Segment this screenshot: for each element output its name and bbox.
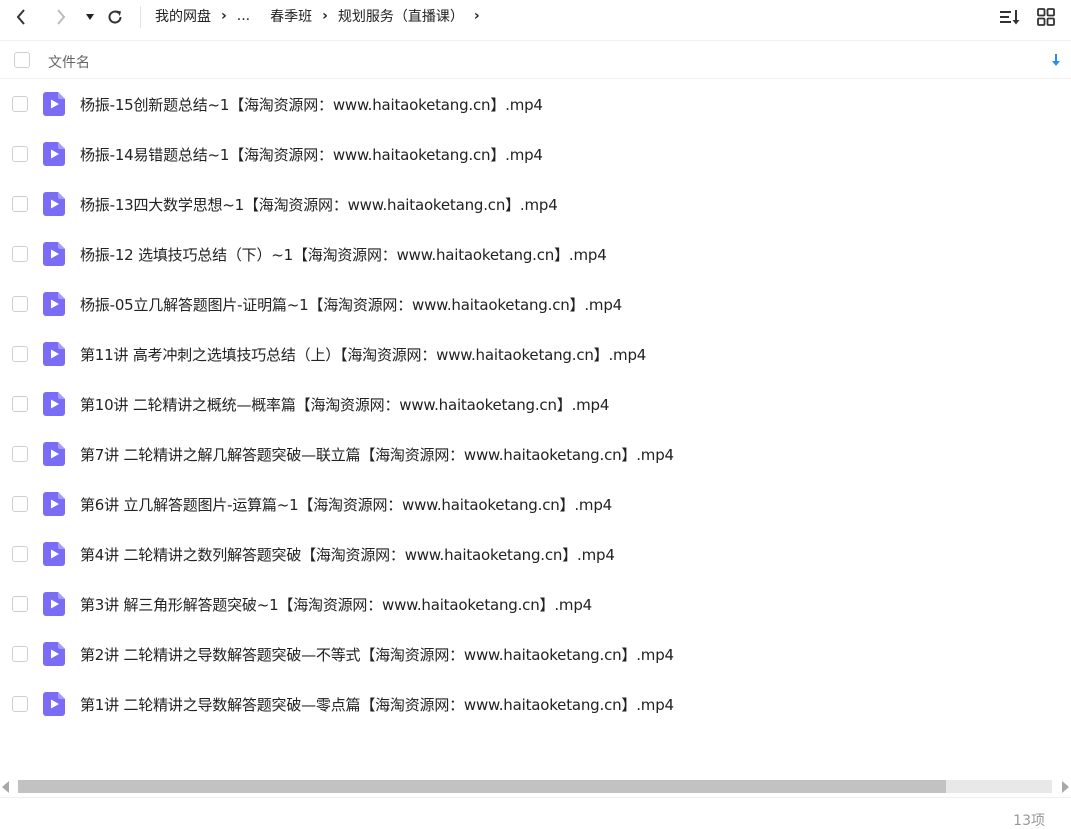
scroll-left-arrow-icon[interactable] [2,781,9,793]
caret-down-icon [86,14,94,20]
refresh-icon [108,10,122,24]
arrow-down-icon [1052,54,1060,66]
file-checkbox[interactable] [12,596,28,612]
file-name: 第4讲 二轮精讲之数列解答题突破【海淘资源网：www.haitaoketang.… [80,546,615,564]
video-file-icon [43,442,65,466]
breadcrumb-item-spring-class[interactable]: 春季班 [270,6,312,26]
toolbar: 我的网盘 › ... 春季班 › 规划服务（直播课） › [0,0,1071,40]
file-row[interactable]: 第11讲 高考冲刺之选填技巧总结（上）【海淘资源网：www.haitaoketa… [0,329,1071,379]
file-row[interactable]: 第7讲 二轮精讲之解几解答题突破—联立篇【海淘资源网：www.haitaoket… [0,429,1071,479]
grid-view-button[interactable] [1035,6,1057,28]
chevron-right-icon: › [322,8,328,24]
file-row[interactable]: 杨振-14易错题总结~1【海淘资源网：www.haitaoketang.cn】.… [0,129,1071,179]
chevron-right-icon[interactable]: › [474,8,480,24]
video-file-icon [43,242,65,266]
video-file-icon [43,192,65,216]
sort-button[interactable] [999,6,1021,28]
file-checkbox[interactable] [12,496,28,512]
file-name: 第3讲 解三角形解答题突破~1【海淘资源网：www.haitaoketang.c… [80,596,592,614]
file-checkbox[interactable] [12,446,28,462]
video-file-icon [43,92,65,116]
file-name: 第2讲 二轮精讲之导数解答题突破—不等式【海淘资源网：www.haitaoket… [80,646,674,664]
file-name: 杨振-13四大数学思想~1【海淘资源网：www.haitaoketang.cn】… [80,196,558,214]
arrow-left-icon [16,9,25,25]
scrollbar-thumb[interactable] [18,780,946,793]
file-checkbox[interactable] [12,396,28,412]
file-row[interactable]: 第3讲 解三角形解答题突破~1【海淘资源网：www.haitaoketang.c… [0,579,1071,629]
file-list: 杨振-15创新题总结~1【海淘资源网：www.haitaoketang.cn】.… [0,79,1071,729]
status-bar: 13项 [0,797,1071,829]
video-file-icon [43,342,65,366]
video-file-icon [43,642,65,666]
file-row[interactable]: 第10讲 二轮精讲之概统—概率篇【海淘资源网：www.haitaoketang.… [0,379,1071,429]
scroll-right-arrow-icon[interactable] [1062,781,1069,793]
toolbar-divider [140,6,141,28]
arrow-right-icon [57,9,66,25]
file-list-header: 文件名 [0,40,1071,79]
history-dropdown-button[interactable] [77,6,103,28]
file-checkbox[interactable] [12,546,28,562]
file-checkbox[interactable] [12,146,28,162]
breadcrumb: 我的网盘 › ... 春季班 › 规划服务（直播课） › [155,6,490,26]
back-button[interactable] [8,6,34,28]
file-checkbox[interactable] [12,696,28,712]
file-name: 杨振-12 选填技巧总结（下）~1【海淘资源网：www.haitaoketang… [80,246,607,264]
breadcrumb-item-ellipsis[interactable]: ... [237,8,250,24]
sort-direction-button[interactable] [1049,51,1063,69]
file-checkbox[interactable] [12,346,28,362]
video-file-icon [43,392,65,416]
file-row[interactable]: 第2讲 二轮精讲之导数解答题突破—不等式【海淘资源网：www.haitaoket… [0,629,1071,679]
file-checkbox[interactable] [12,296,28,312]
breadcrumb-item-current[interactable]: 规划服务（直播课） [338,6,464,26]
file-name: 第7讲 二轮精讲之解几解答题突破—联立篇【海淘资源网：www.haitaoket… [80,446,674,464]
column-header-name[interactable]: 文件名 [48,52,90,72]
video-file-icon [43,292,65,316]
sort-list-icon [1000,10,1020,25]
file-row[interactable]: 杨振-12 选填技巧总结（下）~1【海淘资源网：www.haitaoketang… [0,229,1071,279]
file-checkbox[interactable] [12,246,28,262]
file-name: 第1讲 二轮精讲之导数解答题突破—零点篇【海淘资源网：www.haitaoket… [80,696,674,714]
file-row[interactable]: 杨振-05立几解答题图片-证明篇~1【海淘资源网：www.haitaoketan… [0,279,1071,329]
file-row[interactable]: 杨振-13四大数学思想~1【海淘资源网：www.haitaoketang.cn】… [0,179,1071,229]
file-checkbox[interactable] [12,96,28,112]
file-row[interactable]: 第4讲 二轮精讲之数列解答题突破【海淘资源网：www.haitaoketang.… [0,529,1071,579]
file-name: 杨振-14易错题总结~1【海淘资源网：www.haitaoketang.cn】.… [80,146,543,164]
file-name: 杨振-05立几解答题图片-证明篇~1【海淘资源网：www.haitaoketan… [80,296,622,314]
video-file-icon [43,142,65,166]
refresh-button[interactable] [102,6,128,28]
view-tools [999,6,1057,28]
file-checkbox[interactable] [12,646,28,662]
file-row[interactable]: 杨振-15创新题总结~1【海淘资源网：www.haitaoketang.cn】.… [0,79,1071,129]
video-file-icon [43,542,65,566]
file-name: 杨振-15创新题总结~1【海淘资源网：www.haitaoketang.cn】.… [80,96,543,114]
item-count: 13项 [1013,813,1045,829]
select-all-checkbox[interactable] [14,52,30,68]
file-name: 第11讲 高考冲刺之选填技巧总结（上）【海淘资源网：www.haitaoketa… [80,346,647,364]
video-file-icon [43,692,65,716]
video-file-icon [43,492,65,516]
horizontal-scrollbar[interactable] [0,778,1071,796]
file-name: 第6讲 立几解答题图片-运算篇~1【海淘资源网：www.haitaoketang… [80,496,612,514]
file-name: 第10讲 二轮精讲之概统—概率篇【海淘资源网：www.haitaoketang.… [80,396,610,414]
breadcrumb-item-root[interactable]: 我的网盘 [155,6,211,26]
video-file-icon [43,592,65,616]
grid-view-icon [1037,8,1055,26]
forward-button[interactable] [48,6,74,28]
file-row[interactable]: 第1讲 二轮精讲之导数解答题突破—零点篇【海淘资源网：www.haitaoket… [0,679,1071,729]
chevron-right-icon: › [221,8,227,24]
file-checkbox[interactable] [12,196,28,212]
file-row[interactable]: 第6讲 立几解答题图片-运算篇~1【海淘资源网：www.haitaoketang… [0,479,1071,529]
